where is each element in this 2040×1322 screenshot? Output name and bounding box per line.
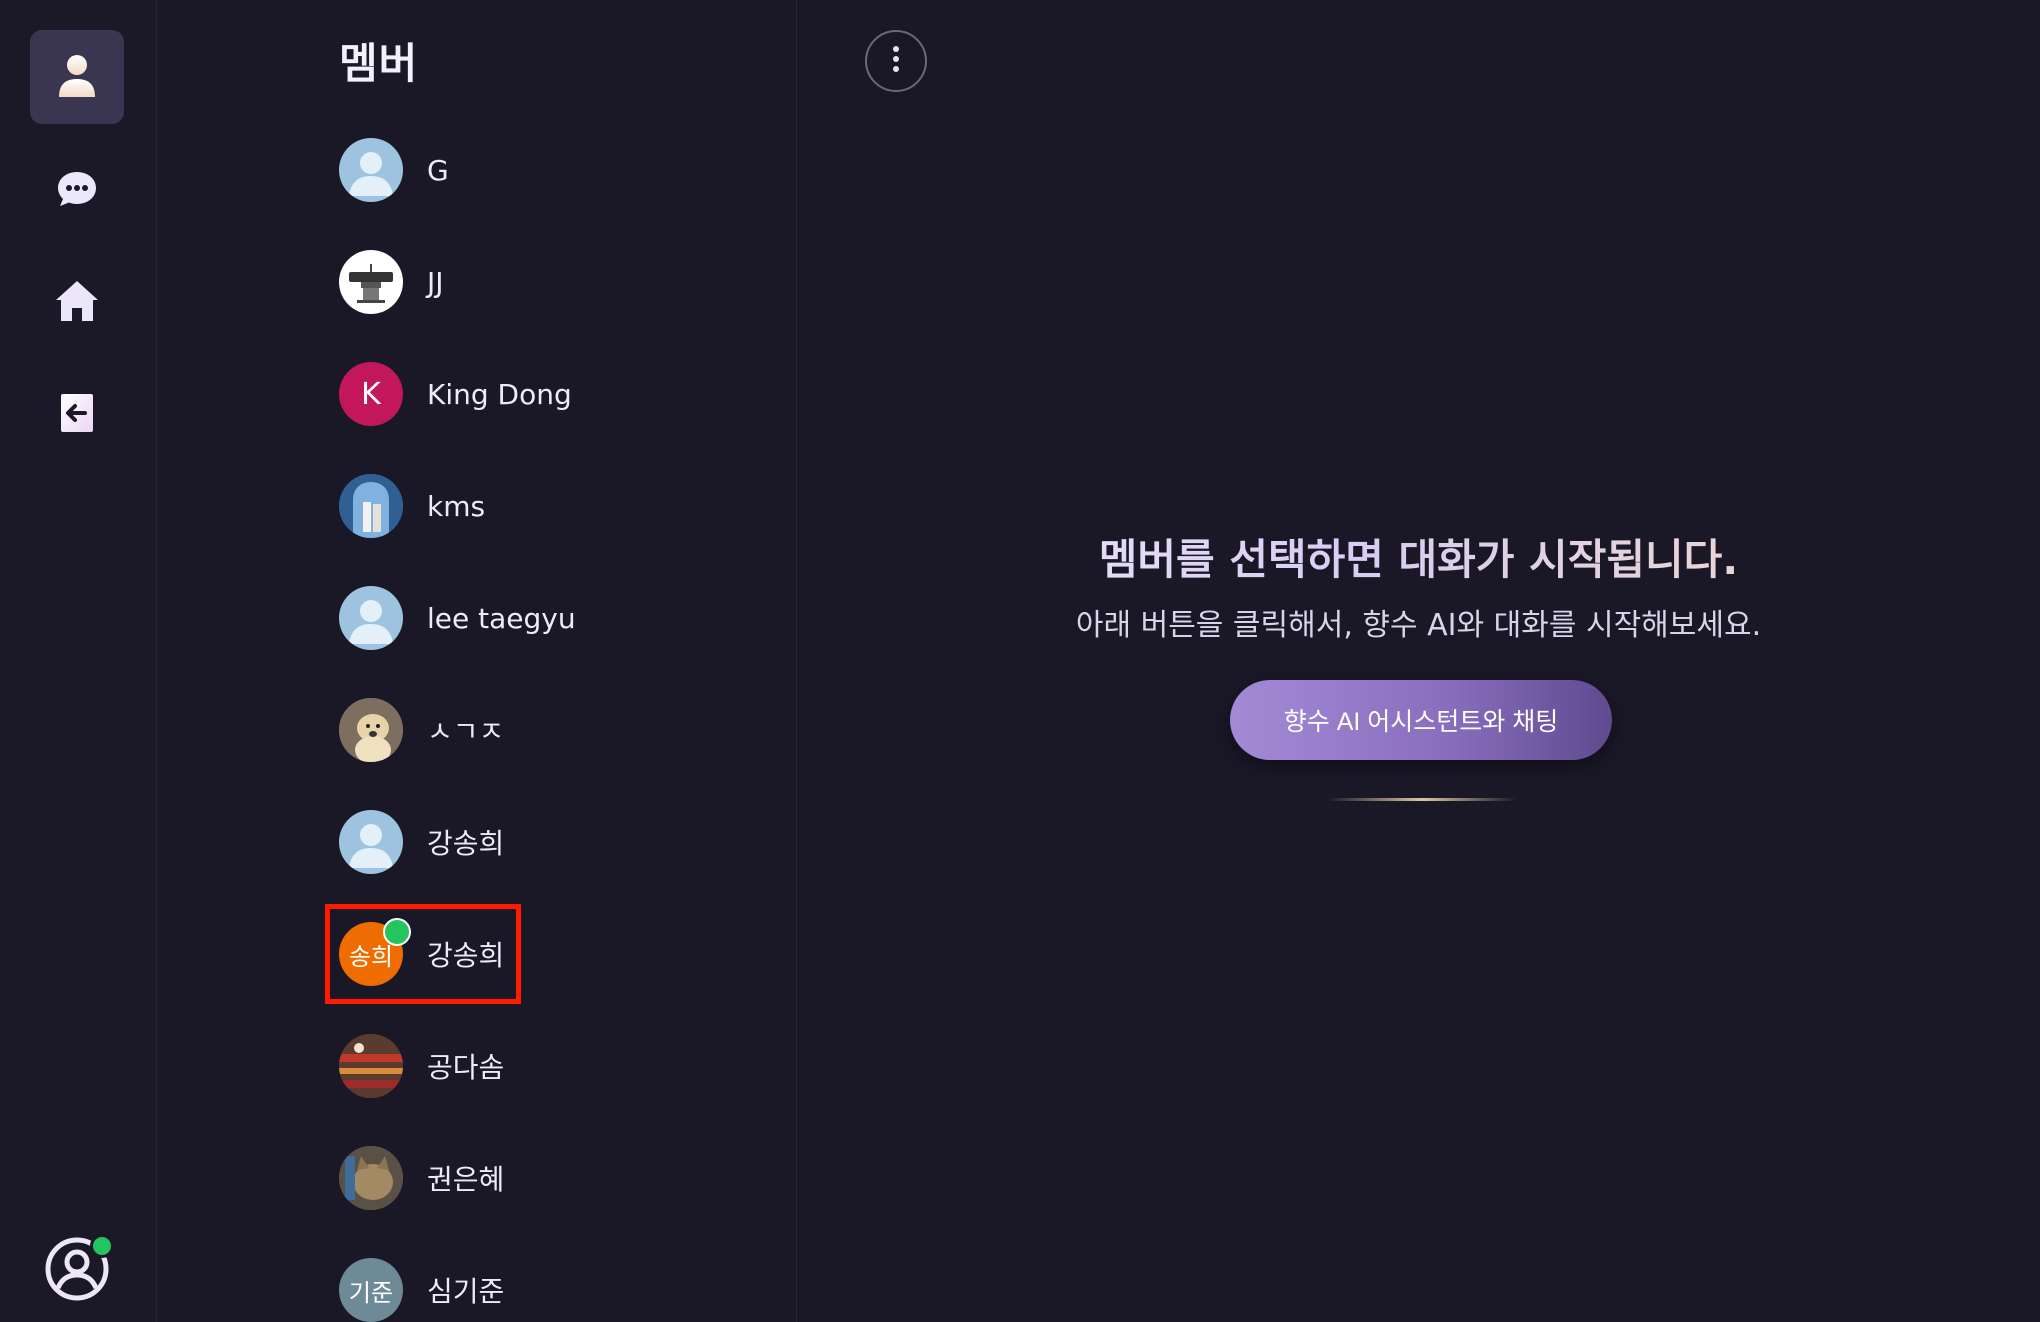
avatar: [339, 1146, 403, 1210]
avatar: [339, 1034, 403, 1098]
avatar: 송희: [339, 918, 411, 986]
empty-state-title: 멤버를 선택하면 대화가 시작됩니다.: [797, 526, 2040, 587]
member-name: ㅅㄱㅈ: [427, 715, 505, 748]
member-name: 강송희: [427, 827, 505, 860]
avatar: [339, 810, 403, 874]
home-icon: [54, 279, 100, 323]
page-title: 멤버: [339, 39, 419, 88]
default-avatar-icon: [349, 152, 393, 196]
cat-photo-icon: [339, 1146, 403, 1210]
member-list-item[interactable]: 기준 심기준: [327, 1242, 516, 1322]
online-status-dot: [90, 1234, 114, 1258]
avatar: [339, 698, 403, 762]
main-content: 멤버를 선택하면 대화가 시작됩니다. 아래 버튼을 클릭해서, 향수 AI와 …: [797, 0, 2040, 1322]
cake-photo-icon: [349, 264, 393, 303]
avatar: K: [339, 362, 403, 426]
member-list-item-highlighted[interactable]: 송희 강송희: [327, 906, 516, 1002]
member-name: JJ: [427, 265, 444, 299]
empty-state-subtitle: 아래 버튼을 클릭해서, 향수 AI와 대화를 시작해보세요.: [1075, 608, 1762, 643]
nav-logout-button[interactable]: [30, 366, 124, 460]
members-panel: 멤버 G JJ K King Dong kms lee taegyu ㅅㄱㅈ 강…: [157, 0, 927, 1322]
member-list-item[interactable]: 권은혜: [327, 1130, 516, 1226]
nav-chats-button[interactable]: [30, 142, 124, 236]
member-list-item[interactable]: JJ: [327, 234, 456, 330]
avatar: [339, 586, 403, 650]
member-name: 공다솜: [427, 1051, 505, 1084]
nav-home-button[interactable]: [30, 254, 124, 348]
member-list-item[interactable]: G: [327, 122, 461, 218]
photo-avatar-icon: [339, 474, 403, 538]
member-name: kms: [427, 489, 486, 523]
nav-rail: [0, 0, 157, 1322]
app-window: 멤버 G JJ K King Dong kms lee taegyu ㅅㄱㅈ 강…: [0, 0, 2040, 1322]
member-list-item[interactable]: 강송희: [327, 794, 516, 890]
member-name: 심기준: [427, 1275, 505, 1308]
avatar: 기준: [339, 1258, 403, 1322]
profile-button[interactable]: [44, 1234, 114, 1302]
chat-bubble-icon: [55, 169, 99, 209]
person-icon: [57, 53, 97, 101]
member-list-item[interactable]: kms: [327, 458, 497, 554]
avatar: [339, 138, 403, 202]
online-status-dot: [383, 918, 411, 946]
decorative-glow-line: [1327, 798, 1517, 801]
member-list-item[interactable]: 공다솜: [327, 1018, 516, 1114]
nav-members-button[interactable]: [30, 30, 124, 124]
user-circle-icon: [44, 1237, 110, 1306]
default-avatar-icon: [349, 600, 393, 644]
member-name: 권은혜: [427, 1163, 505, 1196]
member-name: King Dong: [427, 377, 572, 411]
default-avatar-icon: [349, 824, 393, 868]
exit-arrow-icon: [59, 392, 95, 434]
member-list-item[interactable]: ㅅㄱㅈ: [327, 682, 516, 778]
avatar: [339, 250, 403, 314]
member-list-item[interactable]: K King Dong: [327, 346, 584, 442]
photo-avatar-icon: [339, 1034, 403, 1098]
dog-photo-icon: [339, 698, 403, 762]
avatar-initial: 기준: [348, 1278, 394, 1307]
member-name: lee taegyu: [427, 601, 576, 635]
member-list-item[interactable]: lee taegyu: [327, 570, 588, 666]
avatar: [339, 474, 403, 538]
member-name: 강송희: [427, 939, 505, 972]
member-name: G: [427, 153, 449, 187]
avatar-initial: K: [361, 376, 381, 412]
chat-with-ai-assistant-button[interactable]: 향수 AI 어시스턴트와 채팅: [1230, 680, 1612, 760]
